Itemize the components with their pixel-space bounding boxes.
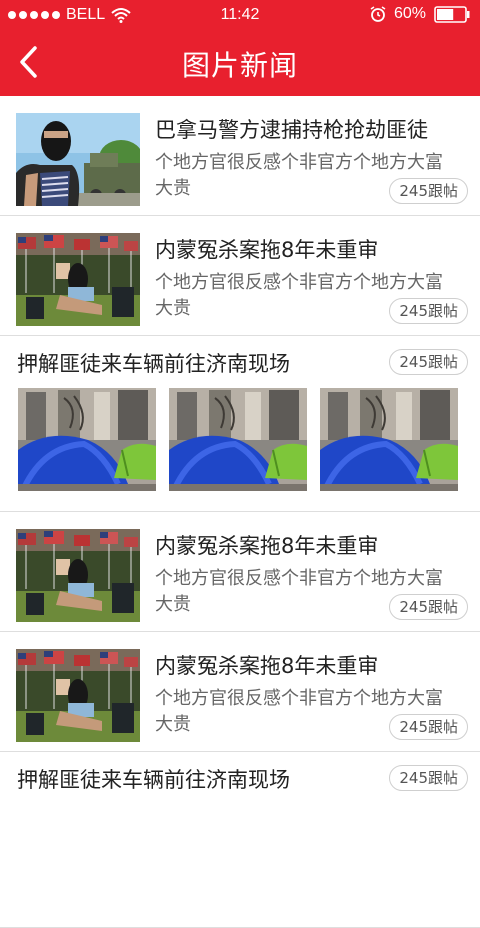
news-thumbnail[interactable] <box>16 233 140 326</box>
news-title[interactable]: 内蒙冤杀案拖8年未重审 <box>155 530 378 560</box>
news-title[interactable]: 押解匪徒来车辆前往济南现场 <box>17 348 290 378</box>
alarm-clock-icon <box>370 6 386 22</box>
gallery-photo-1[interactable] <box>18 388 156 491</box>
news-gallery-item[interactable]: 押解匪徒来车辆前往济南现场 245跟帖 <box>0 336 480 512</box>
news-feed[interactable]: 巴拿马警方逮捕持枪抢劫匪徒 个地方官很反感个非官方个地方大富大贵 245跟帖 内… <box>0 96 480 928</box>
news-gallery-item[interactable]: 押解匪徒来车辆前往济南现场 245跟帖 <box>0 752 480 928</box>
gallery-photo-2[interactable] <box>169 388 307 491</box>
comment-count-badge[interactable]: 245跟帖 <box>389 178 468 204</box>
news-title[interactable]: 内蒙冤杀案拖8年未重审 <box>155 234 378 264</box>
battery-percent: 60% <box>393 5 426 22</box>
news-thumbnail[interactable] <box>16 113 140 206</box>
news-item[interactable]: 巴拿马警方逮捕持枪抢劫匪徒 个地方官很反感个非官方个地方大富大贵 245跟帖 <box>0 96 480 216</box>
navigation-bar: 图片新闻 <box>0 30 480 96</box>
news-item[interactable]: 内蒙冤杀案拖8年未重审 个地方官很反感个非官方个地方大富大贵 245跟帖 <box>0 216 480 336</box>
news-title[interactable]: 押解匪徒来车辆前往济南现场 <box>17 764 290 794</box>
status-right: 60% <box>370 5 470 23</box>
app-header: BELL 11:42 60% 图片新闻 <box>0 0 480 96</box>
page-title: 图片新闻 <box>181 49 298 82</box>
news-title[interactable]: 内蒙冤杀案拖8年未重审 <box>155 650 378 680</box>
status-bar: BELL 11:42 60% <box>0 0 480 30</box>
news-item[interactable]: 内蒙冤杀案拖8年未重审 个地方官很反感个非官方个地方大富大贵 245跟帖 <box>0 632 480 752</box>
comment-count-badge[interactable]: 245跟帖 <box>389 765 468 791</box>
comment-count-badge[interactable]: 245跟帖 <box>389 594 468 620</box>
comment-count-badge[interactable]: 245跟帖 <box>389 298 468 324</box>
comment-count-badge[interactable]: 245跟帖 <box>389 714 468 740</box>
news-thumbnail[interactable] <box>16 649 140 742</box>
gallery-photo-3[interactable] <box>320 388 458 491</box>
news-item[interactable]: 内蒙冤杀案拖8年未重审 个地方官很反感个非官方个地方大富大贵 245跟帖 <box>0 512 480 632</box>
news-thumbnail[interactable] <box>16 529 140 622</box>
comment-count-badge[interactable]: 245跟帖 <box>389 349 468 375</box>
battery-icon <box>434 5 470 23</box>
news-title[interactable]: 巴拿马警方逮捕持枪抢劫匪徒 <box>155 114 428 144</box>
